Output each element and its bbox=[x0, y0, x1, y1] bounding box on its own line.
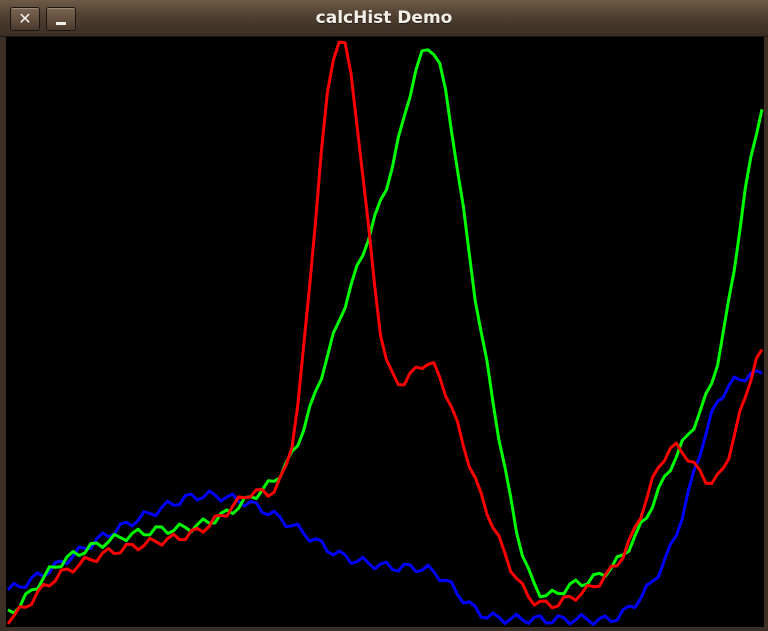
close-button[interactable]: ✕ bbox=[10, 7, 40, 31]
close-icon: ✕ bbox=[18, 9, 32, 28]
app-window: ✕ calcHist Demo bbox=[0, 0, 768, 631]
window-title: calcHist Demo bbox=[315, 8, 453, 28]
histogram-chart bbox=[6, 37, 764, 627]
minimize-button[interactable] bbox=[46, 7, 76, 31]
minimize-icon bbox=[56, 21, 66, 25]
histogram-canvas bbox=[6, 37, 764, 627]
title-bar[interactable]: ✕ calcHist Demo bbox=[0, 0, 768, 37]
